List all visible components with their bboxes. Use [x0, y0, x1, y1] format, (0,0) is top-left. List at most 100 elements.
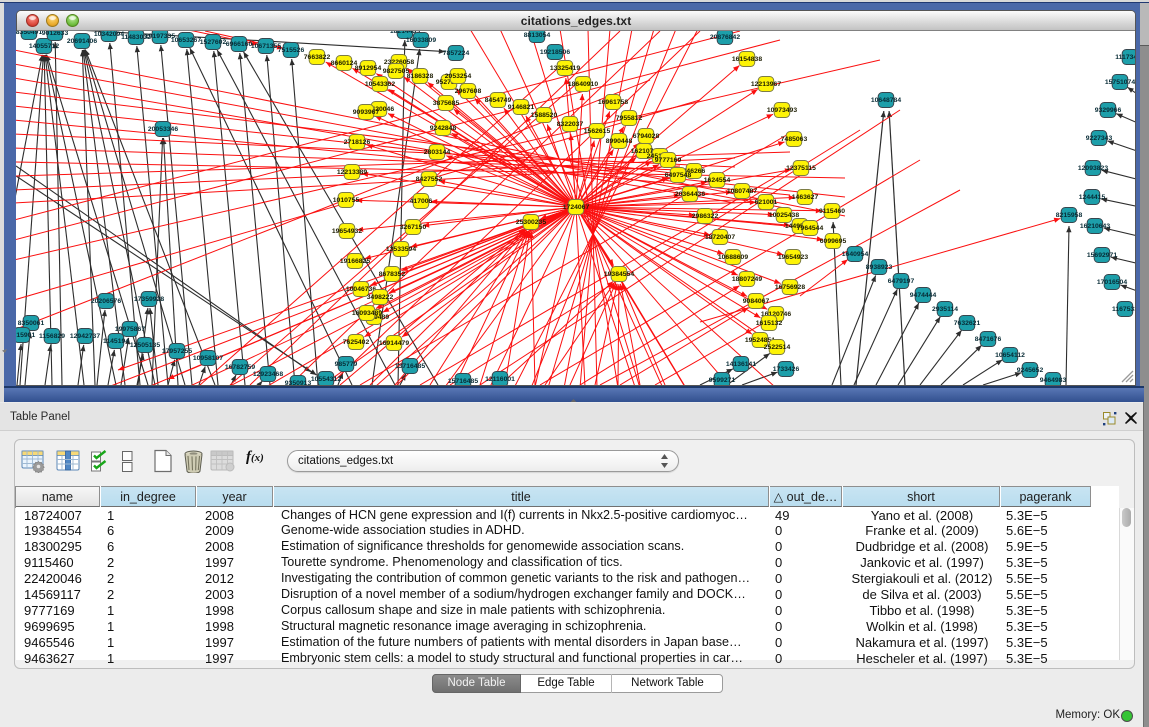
svg-text:12505135: 12505135: [130, 342, 160, 349]
svg-text:12942737: 12942737: [70, 333, 100, 340]
svg-text:9227343: 9227343: [1086, 135, 1113, 142]
svg-text:19654932: 19654932: [332, 228, 362, 235]
svg-text:10958107: 10958107: [193, 355, 223, 362]
svg-text:10671355: 10671355: [251, 43, 281, 50]
svg-text:13533594: 13533594: [386, 246, 416, 253]
svg-text:16961758: 16961758: [598, 99, 628, 106]
svg-text:15751074: 15751074: [1105, 79, 1135, 86]
svg-text:2522514: 2522514: [764, 344, 791, 351]
svg-text:10654112: 10654112: [995, 352, 1025, 359]
svg-text:2967608: 2967608: [455, 88, 482, 95]
svg-text:2053254: 2053254: [445, 73, 472, 80]
svg-text:19975867: 19975867: [115, 326, 145, 333]
svg-text:2935114: 2935114: [932, 306, 958, 313]
svg-text:7964544: 7964544: [797, 225, 824, 232]
svg-text:1156829: 1156829: [39, 333, 65, 340]
svg-text:8678352: 8678352: [379, 271, 406, 278]
svg-text:985779: 985779: [335, 361, 358, 368]
svg-text:6794028: 6794028: [633, 133, 660, 140]
svg-text:16756928: 16756928: [775, 284, 805, 291]
svg-text:3875685: 3875685: [433, 100, 460, 107]
svg-text:16154838: 16154838: [732, 56, 762, 63]
svg-text:8471676: 8471676: [975, 336, 1002, 343]
svg-text:19384554: 19384554: [604, 271, 634, 278]
svg-text:16914479: 16914479: [379, 340, 409, 347]
svg-text:17957255: 17957255: [162, 348, 192, 355]
svg-text:9464983: 9464983: [1040, 377, 1067, 384]
svg-text:16210643: 16210643: [1080, 223, 1110, 230]
svg-text:18640910: 18640910: [568, 81, 598, 88]
svg-text:20206576: 20206576: [91, 298, 121, 305]
svg-text:10046736: 10046736: [346, 286, 376, 293]
svg-text:12213389: 12213389: [337, 169, 367, 176]
svg-text:8350491: 8350491: [16, 31, 42, 36]
svg-text:9115460: 9115460: [819, 208, 845, 215]
svg-text:12213967: 12213967: [751, 81, 781, 88]
svg-text:9146821: 9146821: [508, 104, 535, 111]
svg-text:12923468: 12923468: [253, 371, 283, 378]
svg-text:11173433: 11173433: [1115, 54, 1135, 61]
svg-text:7857224: 7857224: [443, 50, 470, 57]
svg-text:7515526: 7515526: [278, 47, 305, 54]
svg-text:1463627: 1463627: [792, 194, 819, 201]
svg-text:1244415: 1244415: [1079, 194, 1106, 201]
svg-text:9474444: 9474444: [910, 292, 937, 299]
svg-text:1562615: 1562615: [584, 128, 611, 135]
svg-text:16782759: 16782759: [225, 364, 255, 371]
svg-text:9084067: 9084067: [743, 298, 770, 305]
svg-text:9329966: 9329966: [1095, 107, 1122, 114]
svg-text:13325419: 13325419: [550, 65, 580, 72]
svg-text:8427552: 8427552: [416, 176, 443, 183]
svg-text:16093489: 16093489: [352, 310, 382, 317]
svg-text:19654923: 19654923: [778, 254, 808, 261]
svg-text:15692971: 15692971: [1087, 252, 1117, 259]
svg-text:9242848: 9242848: [430, 125, 457, 132]
svg-text:10653267: 10653267: [171, 37, 201, 44]
svg-text:1010755: 1010755: [333, 197, 360, 204]
svg-text:20364436: 20364436: [675, 191, 705, 198]
svg-text:9245652: 9245652: [1017, 367, 1044, 374]
svg-text:12116001: 12116001: [485, 376, 515, 383]
svg-text:3498222: 3498222: [367, 294, 394, 301]
svg-text:1145194: 1145194: [103, 338, 129, 345]
svg-text:1624554: 1624554: [704, 177, 731, 184]
svg-text:1724067: 1724067: [563, 204, 590, 211]
svg-text:8215958: 8215958: [1056, 212, 1083, 219]
svg-text:12375115: 12375115: [786, 165, 816, 172]
svg-text:1527602: 1527602: [200, 39, 227, 46]
svg-text:2986322: 2986322: [692, 213, 719, 220]
svg-text:25300235: 25300235: [516, 219, 546, 226]
svg-text:10554312: 10554312: [311, 376, 341, 383]
svg-text:8350061: 8350061: [18, 320, 45, 327]
svg-text:8990448: 8990448: [606, 138, 633, 145]
svg-text:7485063: 7485063: [781, 136, 808, 143]
svg-text:3915901: 3915901: [16, 332, 35, 339]
svg-text:16033809: 16033809: [406, 37, 436, 44]
svg-text:18807249: 18807249: [732, 276, 762, 283]
svg-text:621001: 621001: [755, 199, 778, 206]
svg-text:417006: 417006: [410, 198, 433, 205]
svg-text:19166825: 19166825: [340, 258, 370, 265]
svg-text:8454749: 8454749: [485, 97, 512, 104]
svg-text:8186328: 8186328: [407, 73, 434, 80]
svg-text:1615132: 1615132: [756, 320, 783, 327]
svg-text:10025438: 10025438: [769, 212, 799, 219]
svg-text:1167533: 1167533: [1112, 306, 1135, 313]
svg-text:3267150: 3267150: [400, 224, 427, 231]
svg-text:13716485: 13716485: [395, 363, 425, 370]
svg-text:17359928: 17359928: [134, 296, 164, 303]
svg-text:8912954: 8912954: [355, 65, 382, 72]
svg-text:10648784: 10648784: [871, 97, 901, 104]
svg-text:19218506: 19218506: [540, 49, 570, 56]
svg-text:8813054: 8813054: [524, 32, 551, 39]
svg-text:6497548: 6497548: [665, 172, 692, 179]
svg-text:20691406: 20691406: [67, 38, 97, 45]
svg-text:9827505: 9827505: [383, 68, 410, 75]
svg-text:8938923: 8938923: [866, 264, 893, 271]
svg-text:10342094: 10342094: [94, 31, 124, 38]
svg-text:6099695: 6099695: [820, 238, 847, 245]
svg-text:10973493: 10973493: [767, 107, 797, 114]
svg-text:1733426: 1733426: [773, 366, 800, 373]
svg-text:15716485: 15716485: [448, 378, 478, 385]
svg-text:10688609: 10688609: [718, 254, 748, 261]
